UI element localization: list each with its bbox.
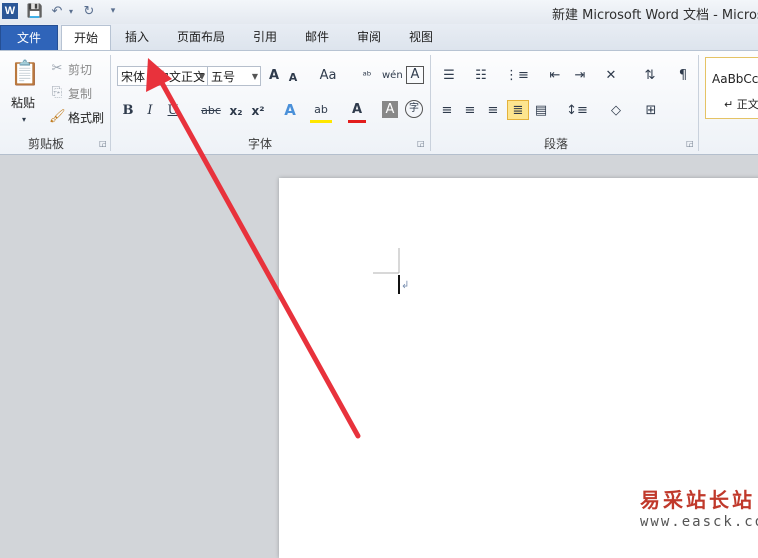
annotation-arrow (146, 58, 361, 439)
watermark-url: www.easck.com (640, 514, 758, 530)
watermark-logo-text: 易采站长站 (640, 488, 755, 512)
